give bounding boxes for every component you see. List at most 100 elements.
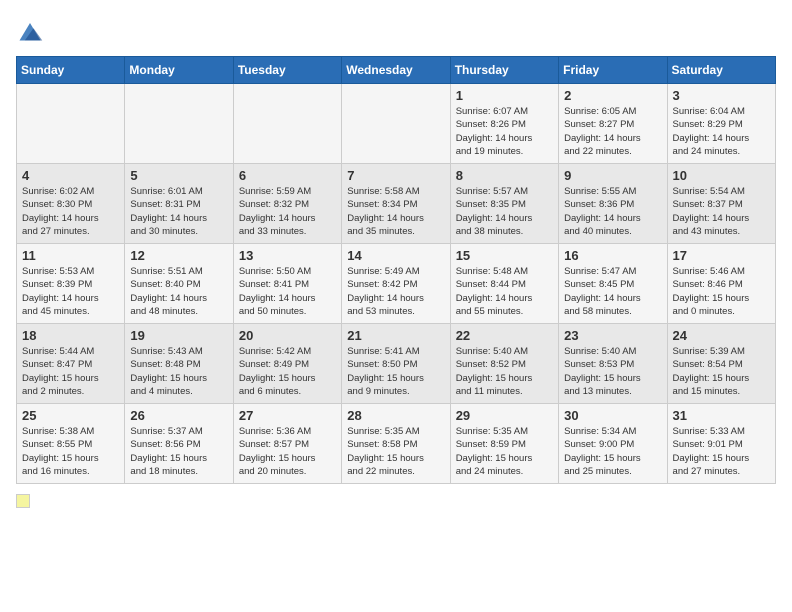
calendar-cell: 10 Sunrise: 5:54 AM Sunset: 8:37 PM Dayli…: [667, 164, 775, 244]
calendar-cell: 29Sunrise: 5:35 AM Sunset: 8:59 PM Dayli…: [450, 404, 558, 484]
logo-icon: [16, 16, 44, 44]
calendar-body: 1 Sunrise: 6:07 AM Sunset: 8:26 PM Daylig…: [17, 84, 776, 484]
day-number: 2: [564, 88, 661, 103]
day-number: 13: [239, 248, 336, 263]
footer: [16, 494, 776, 508]
header-cell-friday: Friday: [559, 57, 667, 84]
day-number: 31: [673, 408, 770, 423]
day-info: Sunrise: 5:53 AM Sunset: 8:39 PM Dayligh…: [22, 265, 119, 318]
day-info: Sunrise: 6:04 AM Sunset: 8:29 PM Dayligh…: [673, 105, 770, 158]
day-info: Sunrise: 6:07 AM Sunset: 8:26 PM Dayligh…: [456, 105, 553, 158]
day-info: Sunrise: 5:51 AM Sunset: 8:40 PM Dayligh…: [130, 265, 227, 318]
day-number: 22: [456, 328, 553, 343]
calendar-row-4: 25 Sunrise: 5:38 AM Sunset: 8:55 PM Dayli…: [17, 404, 776, 484]
day-info: Sunrise: 5:54 AM Sunset: 8:37 PM Dayligh…: [673, 185, 770, 238]
calendar-row-3: 18Sunrise: 5:44 AM Sunset: 8:47 PM Dayli…: [17, 324, 776, 404]
header-cell-thursday: Thursday: [450, 57, 558, 84]
calendar-cell: 3 Sunrise: 6:04 AM Sunset: 8:29 PM Daylig…: [667, 84, 775, 164]
calendar-cell: 25 Sunrise: 5:38 AM Sunset: 8:55 PM Dayli…: [17, 404, 125, 484]
day-info: Sunrise: 6:01 AM Sunset: 8:31 PM Dayligh…: [130, 185, 227, 238]
day-number: 23: [564, 328, 661, 343]
calendar-cell: 16 Sunrise: 5:47 AM Sunset: 8:45 PM Dayli…: [559, 244, 667, 324]
day-info: Sunrise: 5:38 AM Sunset: 8:55 PM Dayligh…: [22, 425, 119, 478]
calendar-cell: [342, 84, 450, 164]
day-number: 20: [239, 328, 336, 343]
day-number: 6: [239, 168, 336, 183]
day-info: Sunrise: 5:39 AM Sunset: 8:54 PM Dayligh…: [673, 345, 770, 398]
day-info: Sunrise: 6:02 AM Sunset: 8:30 PM Dayligh…: [22, 185, 119, 238]
calendar-cell: 13 Sunrise: 5:50 AM Sunset: 8:41 PM Dayli…: [233, 244, 341, 324]
day-number: 11: [22, 248, 119, 263]
calendar-table: SundayMondayTuesdayWednesdayThursdayFrid…: [16, 56, 776, 484]
day-number: 5: [130, 168, 227, 183]
day-info: Sunrise: 5:48 AM Sunset: 8:44 PM Dayligh…: [456, 265, 553, 318]
day-number: 28: [347, 408, 444, 423]
day-number: 19: [130, 328, 227, 343]
calendar-row-0: 1 Sunrise: 6:07 AM Sunset: 8:26 PM Daylig…: [17, 84, 776, 164]
calendar-header: SundayMondayTuesdayWednesdayThursdayFrid…: [17, 57, 776, 84]
calendar-cell: 2 Sunrise: 6:05 AM Sunset: 8:27 PM Daylig…: [559, 84, 667, 164]
calendar-cell: 4Sunrise: 6:02 AM Sunset: 8:30 PM Daylig…: [17, 164, 125, 244]
day-info: Sunrise: 5:59 AM Sunset: 8:32 PM Dayligh…: [239, 185, 336, 238]
day-number: 26: [130, 408, 227, 423]
day-info: Sunrise: 5:47 AM Sunset: 8:45 PM Dayligh…: [564, 265, 661, 318]
calendar-cell: 6 Sunrise: 5:59 AM Sunset: 8:32 PM Daylig…: [233, 164, 341, 244]
header-cell-saturday: Saturday: [667, 57, 775, 84]
logo: [16, 16, 48, 44]
day-number: 15: [456, 248, 553, 263]
day-info: Sunrise: 5:41 AM Sunset: 8:50 PM Dayligh…: [347, 345, 444, 398]
day-number: 7: [347, 168, 444, 183]
day-number: 8: [456, 168, 553, 183]
day-number: 16: [564, 248, 661, 263]
calendar-cell: [17, 84, 125, 164]
calendar-cell: 17Sunrise: 5:46 AM Sunset: 8:46 PM Dayli…: [667, 244, 775, 324]
calendar-cell: 5 Sunrise: 6:01 AM Sunset: 8:31 PM Daylig…: [125, 164, 233, 244]
calendar-cell: 24 Sunrise: 5:39 AM Sunset: 8:54 PM Dayli…: [667, 324, 775, 404]
calendar-cell: 28 Sunrise: 5:35 AM Sunset: 8:58 PM Dayli…: [342, 404, 450, 484]
day-info: Sunrise: 5:50 AM Sunset: 8:41 PM Dayligh…: [239, 265, 336, 318]
calendar-row-1: 4Sunrise: 6:02 AM Sunset: 8:30 PM Daylig…: [17, 164, 776, 244]
day-number: 10: [673, 168, 770, 183]
day-number: 18: [22, 328, 119, 343]
calendar-cell: 30 Sunrise: 5:34 AM Sunset: 9:00 PM Dayli…: [559, 404, 667, 484]
day-info: Sunrise: 5:40 AM Sunset: 8:52 PM Dayligh…: [456, 345, 553, 398]
calendar-cell: 14 Sunrise: 5:49 AM Sunset: 8:42 PM Dayli…: [342, 244, 450, 324]
header-cell-tuesday: Tuesday: [233, 57, 341, 84]
day-number: 3: [673, 88, 770, 103]
calendar-cell: 8 Sunrise: 5:57 AM Sunset: 8:35 PM Daylig…: [450, 164, 558, 244]
calendar-cell: 21Sunrise: 5:41 AM Sunset: 8:50 PM Dayli…: [342, 324, 450, 404]
day-info: Sunrise: 5:34 AM Sunset: 9:00 PM Dayligh…: [564, 425, 661, 478]
calendar-cell: 12Sunrise: 5:51 AM Sunset: 8:40 PM Dayli…: [125, 244, 233, 324]
day-info: Sunrise: 5:42 AM Sunset: 8:49 PM Dayligh…: [239, 345, 336, 398]
page-header: [16, 16, 776, 44]
calendar-cell: 15 Sunrise: 5:48 AM Sunset: 8:44 PM Dayli…: [450, 244, 558, 324]
day-info: Sunrise: 5:33 AM Sunset: 9:01 PM Dayligh…: [673, 425, 770, 478]
header-cell-wednesday: Wednesday: [342, 57, 450, 84]
day-info: Sunrise: 5:57 AM Sunset: 8:35 PM Dayligh…: [456, 185, 553, 238]
calendar-cell: 1 Sunrise: 6:07 AM Sunset: 8:26 PM Daylig…: [450, 84, 558, 164]
calendar-cell: 20 Sunrise: 5:42 AM Sunset: 8:49 PM Dayli…: [233, 324, 341, 404]
day-number: 1: [456, 88, 553, 103]
calendar-cell: 11 Sunrise: 5:53 AM Sunset: 8:39 PM Dayli…: [17, 244, 125, 324]
header-cell-sunday: Sunday: [17, 57, 125, 84]
day-info: Sunrise: 5:36 AM Sunset: 8:57 PM Dayligh…: [239, 425, 336, 478]
day-info: Sunrise: 6:05 AM Sunset: 8:27 PM Dayligh…: [564, 105, 661, 158]
day-info: Sunrise: 5:35 AM Sunset: 8:58 PM Dayligh…: [347, 425, 444, 478]
day-info: Sunrise: 5:49 AM Sunset: 8:42 PM Dayligh…: [347, 265, 444, 318]
calendar-cell: [125, 84, 233, 164]
day-number: 14: [347, 248, 444, 263]
calendar-cell: 23Sunrise: 5:40 AM Sunset: 8:53 PM Dayli…: [559, 324, 667, 404]
calendar-cell: 27Sunrise: 5:36 AM Sunset: 8:57 PM Dayli…: [233, 404, 341, 484]
day-number: 24: [673, 328, 770, 343]
day-number: 30: [564, 408, 661, 423]
calendar-cell: 31 Sunrise: 5:33 AM Sunset: 9:01 PM Dayli…: [667, 404, 775, 484]
calendar-cell: 9Sunrise: 5:55 AM Sunset: 8:36 PM Daylig…: [559, 164, 667, 244]
day-info: Sunrise: 5:55 AM Sunset: 8:36 PM Dayligh…: [564, 185, 661, 238]
calendar-cell: 7 Sunrise: 5:58 AM Sunset: 8:34 PM Daylig…: [342, 164, 450, 244]
day-info: Sunrise: 5:46 AM Sunset: 8:46 PM Dayligh…: [673, 265, 770, 318]
header-cell-monday: Monday: [125, 57, 233, 84]
day-info: Sunrise: 5:58 AM Sunset: 8:34 PM Dayligh…: [347, 185, 444, 238]
day-number: 25: [22, 408, 119, 423]
calendar-cell: 19Sunrise: 5:43 AM Sunset: 8:48 PM Dayli…: [125, 324, 233, 404]
day-info: Sunrise: 5:35 AM Sunset: 8:59 PM Dayligh…: [456, 425, 553, 478]
